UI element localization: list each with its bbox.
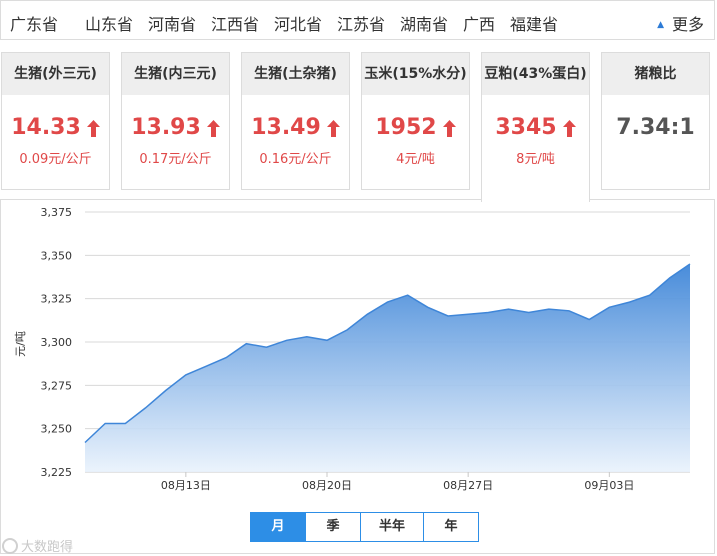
province-guangdong[interactable]: 广东省 — [10, 11, 58, 35]
more-button[interactable]: ▲ 更多 — [657, 11, 704, 35]
card-title: 生猪(土杂猪) — [242, 53, 349, 95]
more-label: 更多 — [671, 15, 704, 34]
province-bar: 广东省 山东省 河南省 江西省 河北省 江苏省 湖南省 广西 福建省 ▲ 更多 — [0, 0, 715, 40]
y-tick-label: 3,225 — [41, 466, 73, 479]
card-change: 0.09元/公斤 — [19, 152, 92, 167]
card-soybean-meal[interactable]: 豆粕(43%蛋白) 3345 8元/吨 — [481, 52, 590, 202]
y-tick-label: 3,325 — [41, 293, 73, 306]
watermark-logo-icon — [2, 538, 18, 554]
province-jiangxi[interactable]: 江西省 — [211, 11, 259, 35]
card-price: 13.93 — [122, 115, 229, 140]
tab-year[interactable]: 年 — [424, 513, 478, 541]
x-tick-label: 08月20日 — [302, 479, 352, 492]
card-change: 0.16元/公斤 — [259, 152, 332, 167]
card-pig-waisanyuan[interactable]: 生猪(外三元) 14.33 0.09元/公斤 — [1, 52, 110, 190]
y-tick-label: 3,375 — [41, 206, 73, 219]
card-title: 猪粮比 — [602, 53, 709, 95]
arrow-up-icon — [206, 119, 220, 137]
arrow-up-icon — [326, 119, 340, 137]
y-tick-label: 3,350 — [41, 249, 73, 262]
card-change: 8元/吨 — [516, 152, 555, 167]
y-tick-label: 3,250 — [41, 423, 73, 436]
triangle-up-icon: ▲ — [657, 20, 664, 30]
ratio-value: 7.34:1 — [616, 115, 695, 140]
tab-quarter[interactable]: 季 — [306, 513, 361, 541]
x-tick-label: 09月03日 — [584, 479, 634, 492]
card-corn[interactable]: 玉米(15%水分) 1952 4元/吨 — [361, 52, 470, 190]
y-tick-label: 3,275 — [41, 379, 73, 392]
card-pig-neisanyuan[interactable]: 生猪(内三元) 13.93 0.17元/公斤 — [121, 52, 230, 190]
y-axis-label: 元/吨 — [14, 331, 27, 357]
province-jiangsu[interactable]: 江苏省 — [337, 11, 385, 35]
card-price: 14.33 — [2, 115, 109, 140]
x-tick-label: 08月13日 — [161, 479, 211, 492]
card-price: 13.49 — [242, 115, 349, 140]
tab-half-year[interactable]: 半年 — [361, 513, 424, 541]
card-pig-grain-ratio[interactable]: 猪粮比 7.34:1 — [601, 52, 710, 190]
price-area-chart: 3,225 3,250 3,275 3,300 3,325 3,350 3,375 08月1… — [14, 206, 691, 492]
card-change: 4元/吨 — [396, 152, 435, 167]
arrow-up-icon — [562, 119, 576, 137]
card-title: 豆粕(43%蛋白) — [482, 53, 589, 95]
province-fujian[interactable]: 福建省 — [510, 11, 558, 35]
card-title: 生猪(内三元) — [122, 53, 229, 95]
province-shandong[interactable]: 山东省 — [85, 11, 133, 35]
watermark: 大数跑得 — [2, 536, 73, 555]
arrow-up-icon — [442, 119, 456, 137]
card-change: 0.17元/公斤 — [139, 152, 212, 167]
x-tick-label: 08月27日 — [443, 479, 493, 492]
province-henan[interactable]: 河南省 — [148, 11, 196, 35]
period-tabs: 月 季 半年 年 — [250, 512, 479, 542]
watermark-text: 大数跑得 — [21, 540, 74, 555]
card-price: 3345 — [482, 115, 589, 140]
arrow-up-icon — [86, 119, 100, 137]
tab-month[interactable]: 月 — [251, 513, 306, 541]
province-guangxi[interactable]: 广西 — [463, 11, 495, 35]
card-price: 1952 — [362, 115, 469, 140]
card-title: 生猪(外三元) — [2, 53, 109, 95]
chart-area — [85, 264, 690, 472]
province-hunan[interactable]: 湖南省 — [400, 11, 448, 35]
y-tick-label: 3,300 — [41, 336, 73, 349]
province-hebei[interactable]: 河北省 — [274, 11, 322, 35]
card-title: 玉米(15%水分) — [362, 53, 469, 95]
card-pig-tuzazhu[interactable]: 生猪(土杂猪) 13.49 0.16元/公斤 — [241, 52, 350, 190]
